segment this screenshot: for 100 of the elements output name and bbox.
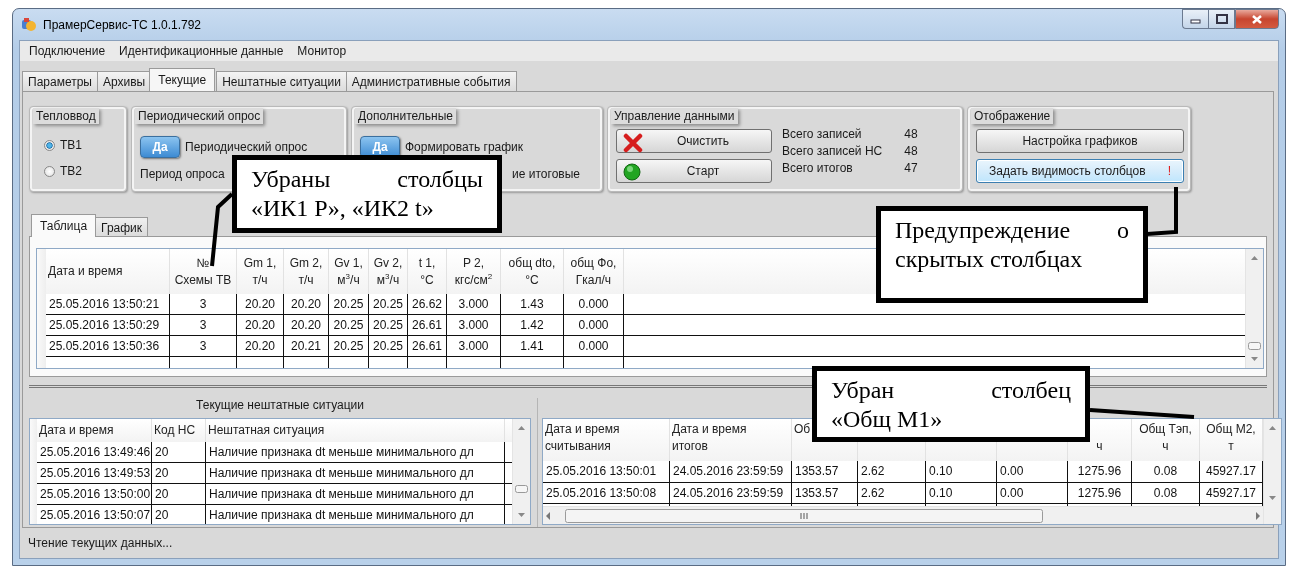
table-cell: 25.05.2016 13:50:29 <box>46 315 170 336</box>
tab[interactable]: Нештатные ситуации <box>216 71 347 91</box>
tab[interactable]: График <box>95 217 149 237</box>
table-cell: 2.62 <box>858 482 926 504</box>
radio-button[interactable] <box>44 165 55 177</box>
table-cell: 25.05.2016 13:50:08 <box>543 482 670 504</box>
table-cell: 20.25 <box>329 294 369 315</box>
table-cell: Наличие признака dt меньше минимального дл <box>206 442 505 463</box>
tab[interactable]: Таблица <box>31 214 97 237</box>
table-cell: Наличие признака dt меньше минимального дл <box>206 463 505 484</box>
close-icon <box>1251 13 1263 25</box>
column-header: Дата и время считывания <box>545 421 620 455</box>
table-cell: 20.25 <box>369 336 408 357</box>
table-cell: 1.43 <box>501 294 564 315</box>
table-title: Текущие нештатные ситуации <box>195 398 365 414</box>
column-header: Дата и время <box>46 249 170 294</box>
menu-item[interactable]: Монитор <box>290 43 354 59</box>
table-cell: 25.05.2016 13:50:01 <box>543 461 670 483</box>
table-cell: 3 <box>170 315 237 336</box>
table-cell: 20 <box>152 484 206 505</box>
tab[interactable]: Текущие <box>149 68 216 91</box>
table-cell: 3.000 <box>447 294 501 315</box>
table-cell: 0.08 <box>1132 482 1200 504</box>
table-cell: 0.08 <box>1132 461 1200 483</box>
table-cell: 25.05.2016 13:49:46 <box>37 442 152 463</box>
scroll-down-icon <box>1250 356 1259 363</box>
scroll-down-icon <box>1268 495 1277 502</box>
table-cell: 25.05.2016 13:50:21 <box>46 294 170 315</box>
tab[interactable]: Административные события <box>345 71 517 91</box>
group-title: Отображение <box>971 108 1054 124</box>
table-cell: 20.20 <box>237 336 284 357</box>
column-header: Gm 1, т/ч <box>237 249 284 294</box>
table-cell: 20 <box>152 442 206 463</box>
tab[interactable]: Параметры <box>22 71 98 91</box>
stat-value: 48 <box>904 144 918 158</box>
scroll-up-icon <box>1268 424 1277 431</box>
group-title: Тепловвод <box>33 108 99 124</box>
group-title: Периодический опрос <box>135 108 264 124</box>
status-text: Чтение текущих данных... <box>27 535 174 552</box>
vertical-scrollbar[interactable] <box>512 419 530 524</box>
column-header: общ dto, °C <box>501 249 564 294</box>
menu-item[interactable]: Подключение <box>22 43 113 59</box>
table-cell: 26.61 <box>408 336 447 357</box>
group-title: Управление данными <box>611 108 738 124</box>
table-cell: 20.20 <box>284 315 329 336</box>
callout-text: Предупреждение о скрытых столбцах <box>895 216 1129 274</box>
start-icon <box>623 163 641 181</box>
scroll-up-icon <box>517 424 526 431</box>
table-cell: 1.42 <box>501 315 564 336</box>
table-cell: 20.25 <box>329 315 369 336</box>
table-cell: 1353.57 <box>792 482 858 504</box>
table-cell: 0.000 <box>564 315 624 336</box>
scroll-down-icon <box>517 512 526 519</box>
table-cell: Наличие признака dt меньше минимального дл <box>206 505 505 524</box>
close-button[interactable] <box>1235 9 1279 29</box>
button[interactable]: Настройка графиков <box>976 129 1184 153</box>
vertical-scrollbar[interactable] <box>1263 419 1281 524</box>
table-cell: 0.10 <box>926 482 997 504</box>
table-cell: 25.05.2016 13:50:00 <box>37 484 152 505</box>
stat-label: Всего записей НС <box>782 144 883 158</box>
minimize-button[interactable] <box>1182 9 1208 29</box>
table-cell: 3 <box>170 336 237 357</box>
table-cell: 24.05.2016 23:59:59 <box>670 461 792 483</box>
column-header: t 1, °C <box>408 249 447 294</box>
window-title: ПрамерСервис-ТС 1.0.1.792 <box>43 17 202 32</box>
callout-text: Убран столбец «Общ М1» <box>831 376 1071 434</box>
radio-button[interactable] <box>44 139 55 151</box>
table-cell: 3.000 <box>447 315 501 336</box>
column-header: Общ Тэп, ч <box>1139 421 1192 455</box>
stat-value: 48 <box>904 127 918 141</box>
callout-text: Убраны столбцы «ИК1 P», «ИК2 t» <box>251 165 483 223</box>
column-header: Общ М2, т <box>1206 421 1256 455</box>
table-cell: 1.41 <box>501 336 564 357</box>
menu-item[interactable]: Идентификационные данные <box>112 43 291 59</box>
column-header: ч <box>1096 438 1103 455</box>
scroll-thumb <box>1248 342 1261 350</box>
table-cell: 2.62 <box>858 461 926 483</box>
table-cell: 26.62 <box>408 294 447 315</box>
vertical-scrollbar[interactable] <box>1245 249 1263 368</box>
column-header: Нештатная ситуация <box>206 419 505 442</box>
table-cell: 20.20 <box>237 315 284 336</box>
table-cell: 20.20 <box>237 294 284 315</box>
table-cell: 26.61 <box>408 315 447 336</box>
table-cell: 0.000 <box>564 336 624 357</box>
horizontal-scrollbar[interactable] <box>543 506 1263 524</box>
button[interactable]: Задать видимость столбцов ! <box>976 159 1184 183</box>
radio-label: ТВ1 <box>60 138 82 152</box>
button[interactable]: Очистить <box>616 129 772 153</box>
button[interactable]: Старт <box>616 159 772 183</box>
table-cell: 24.05.2016 23:59:59 <box>670 482 792 504</box>
column-header: Gv 2, м$^{3}$/ч <box>369 249 408 294</box>
maximize-icon <box>1215 14 1228 24</box>
table-cell: 20.25 <box>369 294 408 315</box>
table-cell: 0.00 <box>997 482 1068 504</box>
maximize-button[interactable] <box>1208 9 1235 29</box>
group-title: Дополнительные <box>355 108 456 124</box>
table-cell: 25.05.2016 13:49:53 <box>37 463 152 484</box>
tab[interactable]: Архивы <box>96 71 152 91</box>
table-cell: 25.05.2016 13:50:07 <box>37 505 152 524</box>
table-cell: 20 <box>152 463 206 484</box>
